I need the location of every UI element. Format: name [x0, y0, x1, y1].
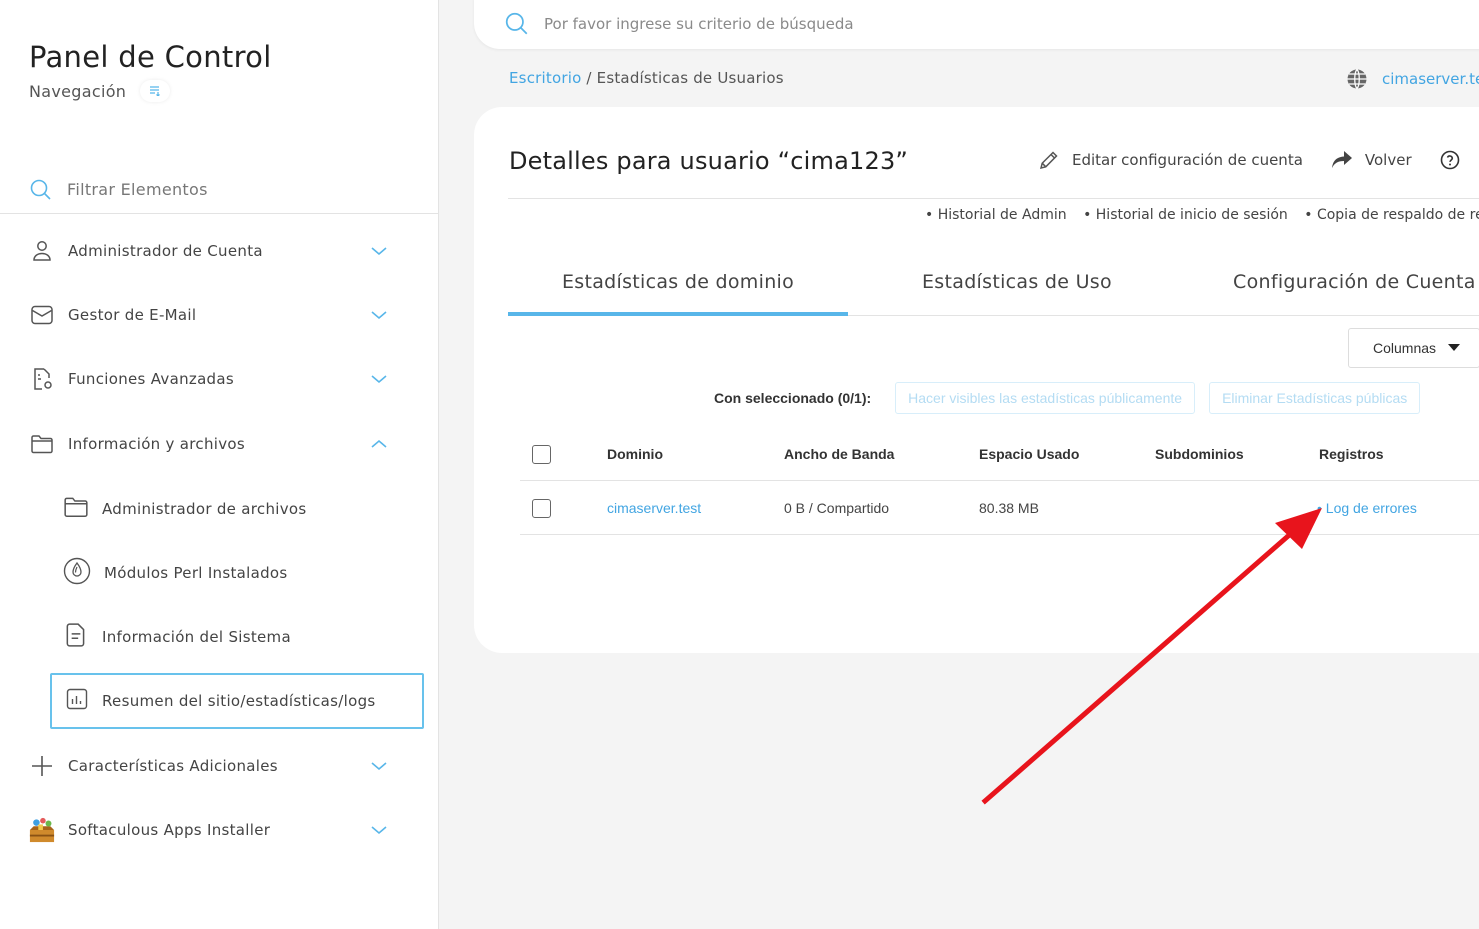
sidebar-subitem-system-info[interactable]: Información del Sistema: [50, 609, 424, 665]
header-logs[interactable]: Registros: [1319, 427, 1384, 481]
collapse-menu-button[interactable]: [140, 80, 171, 102]
edit-account-button[interactable]: Editar configuración de cuenta: [1038, 149, 1303, 171]
sidebar-subitem-site-summary[interactable]: Resumen del sitio/estadísticas/logs: [50, 673, 424, 729]
chevron-up-icon: [371, 439, 387, 448]
sidebar-item-label: Softaculous Apps Installer: [68, 821, 271, 839]
sidebar-subitem-label: Información del Sistema: [102, 628, 291, 646]
filter-input[interactable]: [67, 180, 387, 199]
tab-bar: Estadísticas de dominio Estadísticas de …: [508, 271, 1479, 316]
breadcrumb-home-link[interactable]: Escritorio: [509, 69, 581, 87]
backup-logs-link[interactable]: • Copia de respaldo de registros: [1304, 207, 1479, 223]
domain-stats-table: Dominio Ancho de Banda Espacio Usado Sub…: [520, 427, 1479, 535]
make-stats-public-button[interactable]: Hacer visibles las estadísticas públicam…: [895, 382, 1196, 414]
tab-account-config[interactable]: Configuración de Cuenta: [1233, 271, 1476, 316]
bandwidth-value: 0 B / Compartido: [784, 500, 890, 516]
back-button[interactable]: Volver: [1331, 150, 1412, 170]
global-search-bar: [474, 0, 1479, 49]
search-icon: [30, 179, 51, 200]
sidebar-item-advanced-features[interactable]: Funciones Avanzadas: [0, 351, 438, 407]
edit-account-label: Editar configuración de cuenta: [1072, 151, 1303, 169]
error-log-link[interactable]: • Log de errores: [1317, 481, 1417, 535]
columns-label: Columnas: [1373, 340, 1437, 356]
table-row: cimaserver.test 0 B / Compartido 80.38 M…: [520, 481, 1479, 535]
columns-dropdown[interactable]: Columnas: [1348, 328, 1479, 368]
bulk-actions: Con seleccionado (0/1): Hacer visibles l…: [714, 382, 1434, 414]
document-gear-icon: [29, 366, 55, 392]
list-collapse-icon: [150, 86, 161, 96]
chevron-down-icon: [371, 247, 387, 256]
server-name: cimaserver.test: [1382, 70, 1479, 88]
header-subdomains[interactable]: Subdominios: [1155, 427, 1244, 481]
header-domain[interactable]: Dominio: [607, 427, 663, 481]
help-button[interactable]: [1440, 150, 1460, 170]
page-title: Detalles para usuario “cima123”: [509, 147, 909, 175]
folder-icon: [29, 431, 55, 457]
row-checkbox-cell: [532, 481, 551, 535]
table-header-row: Dominio Ancho de Banda Espacio Usado Sub…: [520, 427, 1479, 481]
login-history-link[interactable]: • Historial de inicio de sesión: [1083, 207, 1288, 223]
space-used-value: 80.38 MB: [979, 500, 1039, 516]
folder-icon: [63, 494, 89, 524]
softaculous-box-icon: [29, 817, 55, 843]
sidebar-subitem-label: Resumen del sitio/estadísticas/logs: [102, 692, 376, 710]
search-icon: [505, 12, 528, 34]
details-card: Detalles para usuario “cima123” Editar c…: [474, 107, 1479, 653]
help-icon: [1440, 150, 1459, 170]
breadcrumb-separator: /: [581, 69, 597, 87]
globe-icon: [1347, 69, 1367, 89]
pencil-icon: [1039, 151, 1058, 170]
chevron-down-icon: [371, 311, 387, 320]
sidebar-item-label: Características Adicionales: [68, 757, 278, 775]
bar-chart-icon: [65, 687, 89, 715]
sidebar-subitem-file-manager[interactable]: Administrador de archivos: [50, 481, 424, 537]
back-label: Volver: [1364, 151, 1412, 169]
header-divider: [508, 198, 1479, 199]
header-checkbox-cell: [532, 427, 551, 481]
document-icon: [63, 622, 89, 652]
share-arrow-icon: [1331, 151, 1352, 168]
sidebar: Panel de Control Navegación Administrado…: [0, 0, 439, 929]
sidebar-item-label: Funciones Avanzadas: [68, 370, 234, 388]
select-all-checkbox[interactable]: [532, 444, 551, 464]
server-selector[interactable]: cimaserver.test: [1346, 68, 1479, 90]
global-search-input[interactable]: [544, 14, 1244, 33]
selection-count-label: Con seleccionado (0/1):: [714, 390, 872, 406]
caret-down-icon: [1448, 344, 1461, 351]
sidebar-item-label: Administrador de Cuenta: [68, 242, 263, 260]
sidebar-item-additional-features[interactable]: Características Adicionales: [0, 738, 438, 794]
header-space-used[interactable]: Espacio Usado: [979, 427, 1079, 481]
chevron-down-icon: [371, 375, 387, 384]
history-links: • Historial de Admin • Historial de inic…: [925, 207, 1479, 223]
mail-icon: [29, 302, 55, 328]
sidebar-item-email-manager[interactable]: Gestor de E-Mail: [0, 287, 438, 343]
navigation-label: Navegación: [29, 80, 171, 102]
sidebar-item-info-files[interactable]: Información y archivos: [0, 416, 438, 472]
tab-usage-stats[interactable]: Estadísticas de Uso: [922, 271, 1112, 316]
perl-onion-icon: [63, 557, 91, 589]
sidebar-item-label: Gestor de E-Mail: [68, 306, 197, 324]
breadcrumb: Escritorio / Estadísticas de Usuarios: [509, 69, 784, 87]
navigation-text: Navegación: [29, 81, 127, 101]
row-checkbox[interactable]: [532, 498, 551, 518]
panel-title: Panel de Control: [29, 40, 272, 74]
chevron-down-icon: [371, 762, 387, 771]
breadcrumb-current: Estadísticas de Usuarios: [596, 69, 784, 87]
sidebar-item-account-manager[interactable]: Administrador de Cuenta: [0, 223, 438, 279]
sidebar-subitem-perl-modules[interactable]: Módulos Perl Instalados: [50, 545, 424, 601]
domain-link[interactable]: cimaserver.test: [607, 481, 701, 535]
page-actions: Editar configuración de cuenta Volver: [1038, 149, 1479, 171]
delete-public-stats-button[interactable]: Eliminar Estadísticas públicas: [1209, 382, 1421, 414]
sidebar-item-label: Información y archivos: [68, 435, 246, 453]
header-bandwidth[interactable]: Ancho de Banda: [784, 427, 894, 481]
filter-bar: [0, 166, 438, 214]
tab-domain-stats[interactable]: Estadísticas de dominio: [508, 271, 848, 316]
chevron-down-icon: [371, 826, 387, 835]
admin-history-link[interactable]: • Historial de Admin: [925, 207, 1067, 223]
sidebar-subitem-label: Administrador de archivos: [102, 500, 307, 518]
sidebar-item-softaculous[interactable]: Softaculous Apps Installer: [0, 802, 438, 858]
plus-icon: [29, 753, 55, 779]
sidebar-subitem-label: Módulos Perl Instalados: [104, 564, 288, 582]
user-icon: [29, 238, 55, 264]
